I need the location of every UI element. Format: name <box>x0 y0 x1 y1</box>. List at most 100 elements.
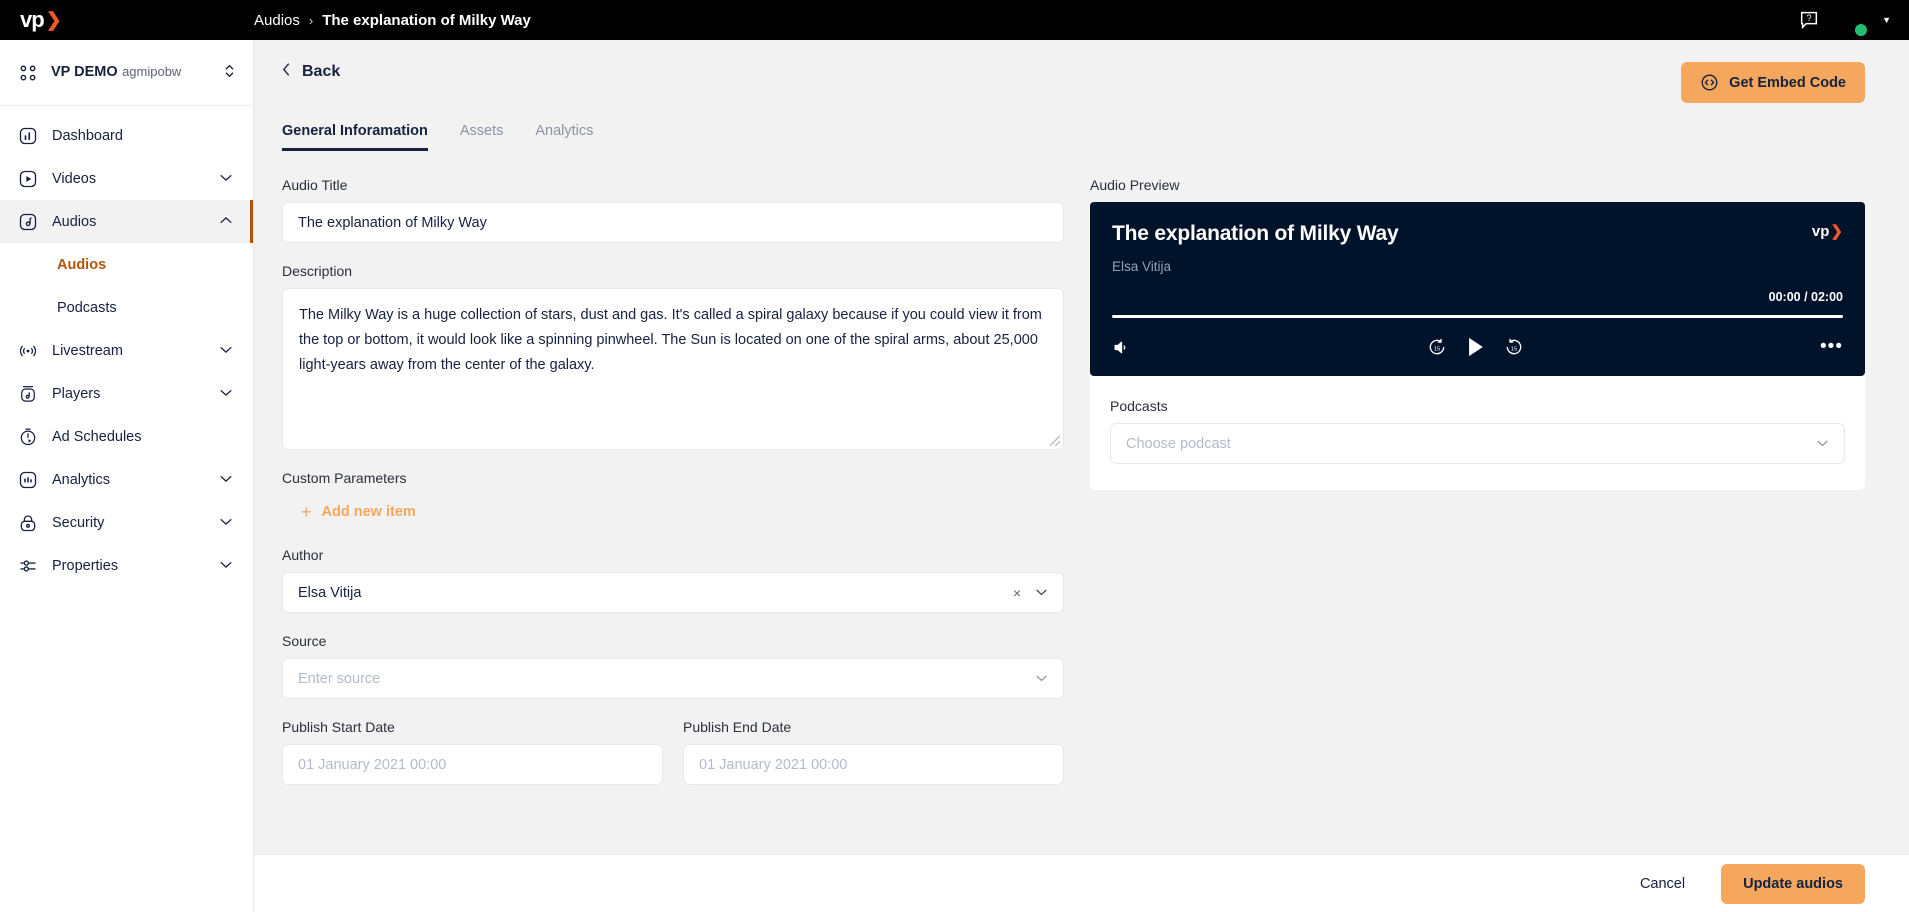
update-audios-button[interactable]: Update audios <box>1721 863 1865 904</box>
back-label: Back <box>302 62 341 80</box>
description-textarea[interactable]: The Milky Way is a huge collection of st… <box>282 288 1064 450</box>
author-label: Author <box>282 547 324 563</box>
preview-column: Audio Preview The explanation of Milky W… <box>1090 177 1865 805</box>
workspace-switcher[interactable]: VP DEMO agmipobw <box>0 40 253 106</box>
podcasts-section: Podcasts Choose podcast <box>1090 376 1865 464</box>
podcasts-label: Podcasts <box>1110 398 1168 414</box>
more-options-icon[interactable]: ••• <box>1820 337 1843 357</box>
rewind-15-icon[interactable]: 15 <box>1427 337 1447 357</box>
audio-title-label: Audio Title <box>282 177 348 193</box>
publish-start-date-placeholder: 01 January 2021 00:00 <box>298 756 447 773</box>
player-progress-bar[interactable] <box>1112 315 1843 318</box>
sidebar-item-security[interactable]: Security <box>0 501 253 544</box>
sidebar-item-analytics[interactable]: Analytics <box>0 458 253 501</box>
video-icon <box>18 169 38 189</box>
get-embed-code-button[interactable]: Get Embed Code <box>1681 62 1865 103</box>
sidebar-item-ad-schedules[interactable]: Ad Schedules <box>0 415 253 458</box>
breadcrumb-parent-link[interactable]: Audios <box>254 12 300 29</box>
player-time-display: 00:00 / 02:00 <box>1768 290 1843 304</box>
tab-general-information[interactable]: General Inforamation <box>282 123 428 151</box>
avatar[interactable] <box>1836 5 1868 36</box>
player-logo-chevron-icon: ❯ <box>1830 223 1843 240</box>
svg-text:?: ? <box>1807 13 1812 23</box>
publish-end-date-placeholder: 01 January 2021 00:00 <box>699 756 848 773</box>
main-content: Back Get Embed Code General Inforamation… <box>254 40 1909 912</box>
description-value: The Milky Way is a huge collection of st… <box>299 307 1042 373</box>
audio-title-input[interactable]: The explanation of Milky Way <box>282 202 1064 243</box>
chevron-down-icon[interactable] <box>1035 587 1048 599</box>
forward-15-icon[interactable]: 15 <box>1504 337 1524 357</box>
app-root: vp ❯ Audios › The explanation of Milky Wa… <box>0 0 1909 912</box>
chevron-down-icon[interactable] <box>219 560 233 572</box>
chevron-down-icon[interactable] <box>219 517 233 529</box>
sidebar-item-dashboard[interactable]: Dashboard <box>0 114 253 157</box>
sidebar-item-players[interactable]: Players <box>0 372 253 415</box>
content-columns: Audio Title The explanation of Milky Way… <box>282 177 1865 805</box>
description-field: Description The Milky Way is a huge coll… <box>282 263 1064 450</box>
up-down-chevron-icon[interactable] <box>224 63 235 82</box>
get-embed-code-label: Get Embed Code <box>1729 74 1846 91</box>
add-new-item-button[interactable]: + Add new item <box>282 497 416 527</box>
author-value: Elsa Vitija <box>298 584 362 601</box>
breadcrumb: Audios › The explanation of Milky Way <box>254 12 531 29</box>
sidebar-item-label: Security <box>52 514 105 531</box>
publish-start-date-label: Publish Start Date <box>282 719 395 735</box>
back-button[interactable]: Back <box>282 62 340 81</box>
chevron-down-icon[interactable] <box>219 173 233 185</box>
chevron-up-icon[interactable] <box>219 216 233 228</box>
help-bubble-icon[interactable]: ? <box>1798 9 1820 31</box>
breadcrumb-separator-icon: › <box>308 12 314 28</box>
livestream-icon <box>18 341 38 361</box>
chevron-down-icon[interactable] <box>219 345 233 357</box>
brand-logo-zone[interactable]: vp ❯ <box>0 7 254 33</box>
player-title: The explanation of Milky Way <box>1112 222 1399 245</box>
sidebar-subitem-audios[interactable]: Audios <box>0 243 253 286</box>
podcasts-placeholder: Choose podcast <box>1126 435 1231 452</box>
chevron-left-icon <box>282 62 291 81</box>
vp-logo-chevron-icon: ❯ <box>45 9 62 31</box>
vp-logo: vp ❯ <box>20 7 62 33</box>
main-header: Back Get Embed Code <box>282 40 1865 103</box>
sidebar-subitem-label: Audios <box>57 256 107 273</box>
podcasts-select[interactable]: Choose podcast <box>1110 423 1845 464</box>
audio-preview-card: The explanation of Milky Way vp ❯ Elsa Vi… <box>1090 202 1865 490</box>
audio-title-value: The explanation of Milky Way <box>298 214 487 231</box>
workspace-grid-icon <box>18 63 38 83</box>
source-select[interactable]: Enter source <box>282 658 1064 699</box>
resize-handle[interactable] <box>1050 436 1060 446</box>
volume-icon[interactable] <box>1112 338 1131 357</box>
audio-preview-label: Audio Preview <box>1090 177 1180 193</box>
clear-author-icon[interactable]: × <box>1013 585 1021 601</box>
chevron-down-icon[interactable] <box>1816 438 1829 450</box>
chevron-down-icon[interactable] <box>219 388 233 400</box>
sidebar-nav: Dashboard Videos Audios Audios Podcasts … <box>0 106 253 587</box>
sidebar-subitem-label: Podcasts <box>57 299 117 316</box>
audio-player: The explanation of Milky Way vp ❯ Elsa Vi… <box>1090 202 1865 376</box>
sidebar-item-label: Ad Schedules <box>52 428 142 445</box>
profile-chevron-down-icon[interactable]: ▼ <box>1882 15 1891 25</box>
player-transport-controls: 15 15 <box>1427 336 1524 358</box>
player-logo-text: vp <box>1811 222 1830 240</box>
sidebar-item-videos[interactable]: Videos <box>0 157 253 200</box>
author-select[interactable]: Elsa Vitija × <box>282 572 1064 613</box>
chevron-down-icon[interactable] <box>1035 673 1048 685</box>
sidebar-item-properties[interactable]: Properties <box>0 544 253 587</box>
tab-assets[interactable]: Assets <box>460 123 504 151</box>
source-field: Source Enter source <box>282 633 1064 699</box>
top-bar: vp ❯ Audios › The explanation of Milky Wa… <box>0 0 1909 40</box>
players-icon <box>18 384 38 404</box>
plus-icon: + <box>301 502 312 522</box>
play-icon[interactable] <box>1466 336 1485 358</box>
form-column: Audio Title The explanation of Milky Way… <box>282 177 1064 805</box>
sidebar-subitem-podcasts[interactable]: Podcasts <box>0 286 253 329</box>
chevron-down-icon[interactable] <box>219 474 233 486</box>
tab-analytics[interactable]: Analytics <box>535 123 593 151</box>
sidebar-item-label: Analytics <box>52 471 111 488</box>
cancel-button[interactable]: Cancel <box>1626 866 1699 902</box>
workspace-id: agmipobw <box>122 64 182 80</box>
publish-start-date-input[interactable]: 01 January 2021 00:00 <box>282 744 663 785</box>
sidebar-item-livestream[interactable]: Livestream <box>0 329 253 372</box>
publish-end-date-input[interactable]: 01 January 2021 00:00 <box>683 744 1064 785</box>
sidebar-item-label: Videos <box>52 170 97 187</box>
sidebar-item-audios[interactable]: Audios <box>0 200 253 243</box>
